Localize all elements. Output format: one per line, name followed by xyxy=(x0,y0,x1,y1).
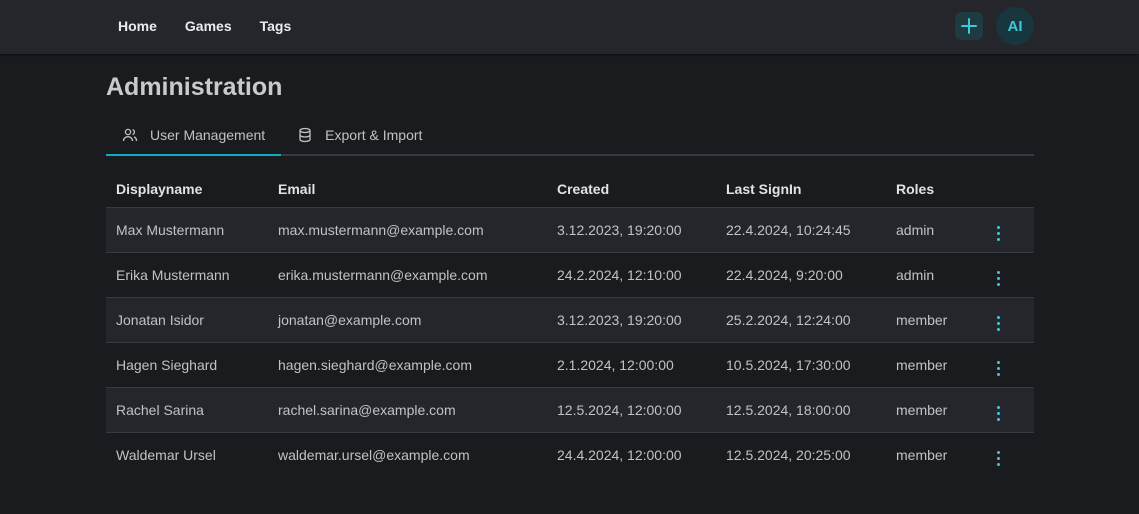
nav-link-home[interactable]: Home xyxy=(104,12,171,40)
column-header-roles[interactable]: Roles xyxy=(886,170,979,208)
admin-tabs: User Management Export & Import xyxy=(106,116,1034,156)
cell-email: hagen.sieghard@example.com xyxy=(268,342,547,388)
user-table: Displayname Email Created Last SignIn Ro… xyxy=(106,170,1034,477)
cell-displayname: Waldemar Ursel xyxy=(116,447,216,463)
add-button[interactable] xyxy=(955,12,983,40)
table-row: Max Mustermann max.mustermann@example.co… xyxy=(106,207,1034,253)
cell-displayname: Max Mustermann xyxy=(106,207,268,253)
cell-email: jonatan@example.com xyxy=(268,297,547,343)
column-header-email[interactable]: Email xyxy=(268,170,547,208)
row-menu-icon[interactable] xyxy=(989,314,1007,334)
column-header-last-signin[interactable]: Last SignIn xyxy=(716,170,886,208)
cell-last-signin: 22.4.2024, 9:20:00 xyxy=(716,252,886,298)
table-row: Jonatan Isidor jonatan@example.com 3.12.… xyxy=(106,297,1034,343)
main-nav: Home Games Tags xyxy=(104,0,305,52)
cell-displayname: Jonatan Isidor xyxy=(106,297,268,343)
tab-user-management[interactable]: User Management xyxy=(106,116,282,156)
top-navigation-bar: Home Games Tags AI xyxy=(0,0,1139,54)
plus-icon xyxy=(961,18,977,34)
cell-last-signin: 22.4.2024, 10:24:45 xyxy=(716,207,886,253)
cell-role: admin xyxy=(886,207,979,253)
cell-actions xyxy=(979,207,1034,253)
tab-label: User Management xyxy=(150,127,266,143)
database-icon xyxy=(297,127,313,143)
cell-created: 2.1.2024, 12:00:00 xyxy=(547,342,716,388)
cell-displayname: Rachel Sarina xyxy=(106,387,268,433)
cell-role: member xyxy=(896,447,948,463)
table-header-row: Displayname Email Created Last SignIn Ro… xyxy=(106,170,1034,208)
row-menu-icon[interactable] xyxy=(989,404,1007,424)
cell-role: admin xyxy=(886,252,979,298)
row-menu-icon[interactable] xyxy=(989,224,1007,244)
row-menu-icon[interactable] xyxy=(989,269,1007,289)
cell-last-signin: 12.5.2024, 18:00:00 xyxy=(716,387,886,433)
cell-email: max.mustermann@example.com xyxy=(268,207,547,253)
tab-label: Export & Import xyxy=(325,127,423,143)
cell-created: 3.12.2023, 19:20:00 xyxy=(547,207,716,253)
cell-email: waldemar.ursel@example.com xyxy=(278,447,470,463)
cell-created: 12.5.2024, 12:00:00 xyxy=(547,387,716,433)
nav-link-games[interactable]: Games xyxy=(171,12,246,40)
cell-actions xyxy=(979,433,1034,478)
cell-actions xyxy=(979,297,1034,343)
cell-created: 3.12.2023, 19:20:00 xyxy=(547,297,716,343)
column-header-created[interactable]: Created xyxy=(547,170,716,208)
page-title: Administration xyxy=(106,73,283,101)
table-row: Hagen Sieghard hagen.sieghard@example.co… xyxy=(106,342,1034,388)
cell-role: member xyxy=(886,387,979,433)
cell-actions xyxy=(979,387,1034,433)
cell-displayname: Erika Mustermann xyxy=(106,252,268,298)
nav-link-tags[interactable]: Tags xyxy=(246,12,306,40)
tab-export-import[interactable]: Export & Import xyxy=(281,116,438,154)
row-menu-icon[interactable] xyxy=(989,449,1007,469)
cell-last-signin: 25.2.2024, 12:24:00 xyxy=(716,297,886,343)
column-header-displayname[interactable]: Displayname xyxy=(106,170,268,208)
cell-actions xyxy=(979,252,1034,298)
users-icon xyxy=(122,127,138,143)
cell-role: member xyxy=(886,297,979,343)
cell-created: 24.2.2024, 12:10:00 xyxy=(547,252,716,298)
cell-created: 24.4.2024, 12:00:00 xyxy=(557,447,682,463)
cell-email: rachel.sarina@example.com xyxy=(268,387,547,433)
column-header-actions xyxy=(979,170,1034,208)
cell-last-signin: 10.5.2024, 17:30:00 xyxy=(716,342,886,388)
cell-displayname: Hagen Sieghard xyxy=(106,342,268,388)
cell-actions xyxy=(979,342,1034,388)
row-menu-icon[interactable] xyxy=(989,359,1007,379)
user-avatar[interactable]: AI xyxy=(996,7,1034,45)
table-row: Rachel Sarina rachel.sarina@example.com … xyxy=(106,387,1034,433)
table-row: Erika Mustermann erika.mustermann@exampl… xyxy=(106,252,1034,298)
cell-last-signin: 12.5.2024, 20:25:00 xyxy=(726,447,851,463)
cell-role: member xyxy=(886,342,979,388)
table-row: Waldemar Ursel waldemar.ursel@example.co… xyxy=(106,433,1034,478)
cell-email: erika.mustermann@example.com xyxy=(268,252,547,298)
